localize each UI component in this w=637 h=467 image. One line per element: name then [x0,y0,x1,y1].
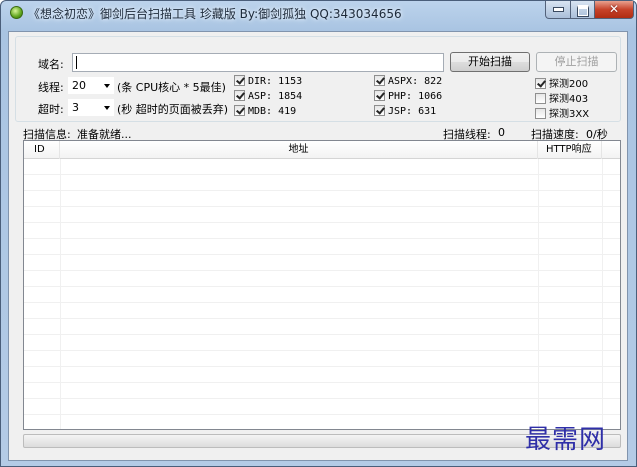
table-header: ID 地址 HTTP响应 [24,141,620,159]
column-address[interactable]: 地址 [60,141,538,159]
checkbox-checked-icon [374,75,385,86]
detect-200-label: 探测200 [549,79,589,90]
stop-scan-button[interactable]: 停止扫描 [536,52,617,72]
timeout-select[interactable]: 3 [68,99,114,116]
column-divider [538,159,539,429]
results-table[interactable]: ID 地址 HTTP响应 [23,140,621,430]
detect-3xx-label: 探测3XX [549,109,590,120]
settings-group: 域名: 开始扫描 停止扫描 线程: 20 (条 CPU核心 * 5最佳) 超时:… [15,36,621,122]
checkbox-checked-icon [374,105,385,116]
checkbox-unchecked-icon [535,93,546,104]
status-bar: 扫描信息: 准备就绪... 扫描线程: 0 扫描速度: 0/秒 [23,126,623,141]
threads-label: 线程: [38,81,64,94]
client-area: 域名: 开始扫描 停止扫描 线程: 20 (条 CPU核心 * 5最佳) 超时:… [8,31,628,461]
dict-dir-label: DIR: 1153 [248,76,303,87]
dict-aspx-label: ASPX: 822 [388,76,443,87]
detect-200-checkbox[interactable]: 探测200 [535,75,588,90]
dict-jsp-checkbox[interactable]: JSP: 631 [374,105,436,117]
detect-403-label: 探测403 [549,94,589,105]
dropdown-arrow-icon [104,84,110,88]
timeout-label: 超时: [38,103,64,116]
dict-asp-checkbox[interactable]: ASP: 1854 [234,90,302,102]
column-divider [60,159,61,429]
minimize-icon [546,7,570,12]
domain-label: 域名: [38,58,64,71]
start-scan-button[interactable]: 开始扫描 [450,52,530,72]
column-http-response[interactable]: HTTP响应 [538,141,602,159]
window-title: 《想念初恋》御剑后台扫描工具 珍藏版 By:御剑孤独 QQ:343034656 [28,7,402,21]
checkbox-checked-icon [234,90,245,101]
dict-asp-label: ASP: 1854 [248,91,303,102]
threads-hint: (条 CPU核心 * 5最佳) [117,81,226,94]
dict-jsp-label: JSP: 631 [388,106,437,117]
dict-php-checkbox[interactable]: PHP: 1066 [374,90,442,102]
checkbox-checked-icon [234,105,245,116]
minimize-button[interactable] [545,1,571,19]
maximize-button[interactable] [570,1,595,19]
column-id[interactable]: ID [24,141,60,159]
threads-value: 20 [72,79,86,92]
close-icon: ✕ [608,2,620,16]
dict-mdb-label: MDB: 419 [248,106,297,117]
dict-aspx-checkbox[interactable]: ASPX: 822 [374,75,442,87]
checkbox-checked-icon [234,75,245,86]
dict-php-label: PHP: 1066 [388,91,443,102]
close-button[interactable]: ✕ [594,1,634,19]
maximize-icon [571,2,594,17]
title-bar[interactable]: 《想念初恋》御剑后台扫描工具 珍藏版 By:御剑孤独 QQ:343034656 … [1,1,636,25]
checkbox-checked-icon [535,78,546,89]
dict-mdb-checkbox[interactable]: MDB: 419 [234,105,296,117]
detect-3xx-checkbox[interactable]: 探测3XX [535,105,589,120]
checkbox-unchecked-icon [535,108,546,119]
scan-threads-value: 0 [498,126,505,139]
dict-dir-checkbox[interactable]: DIR: 1153 [234,75,302,87]
timeout-value: 3 [72,101,79,114]
domain-input[interactable] [72,53,444,72]
main-window: 《想念初恋》御剑后台扫描工具 珍藏版 By:御剑孤独 QQ:343034656 … [0,0,637,467]
dropdown-arrow-icon [104,106,110,110]
text-caret [76,56,77,69]
timeout-hint: (秒 超时的页面被丢弃) [117,103,229,116]
table-body [24,159,620,429]
checkbox-checked-icon [374,90,385,101]
threads-select[interactable]: 20 [68,77,114,94]
watermark-logo: 最需网 [525,425,607,455]
detect-403-checkbox[interactable]: 探测403 [535,90,588,105]
column-divider [602,159,603,429]
app-icon [10,6,23,19]
